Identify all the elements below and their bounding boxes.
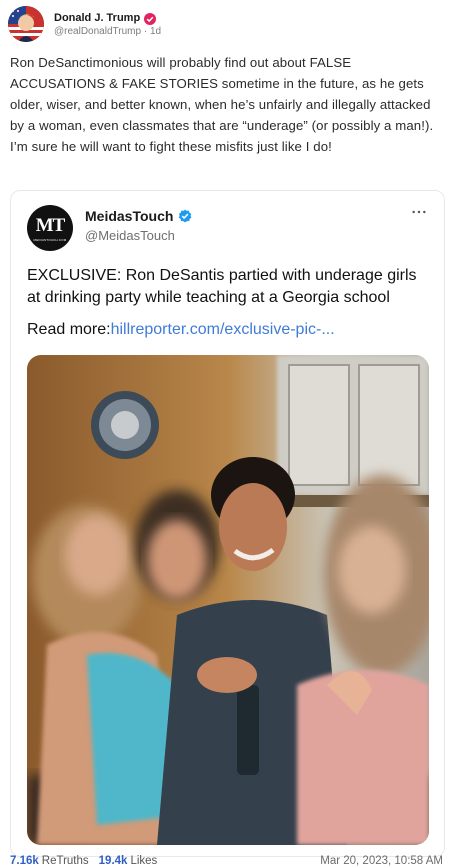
post-text: Ron DeSanctimonious will probably find o… — [10, 55, 434, 154]
quoted-author-name[interactable]: MeidasTouch — [85, 208, 173, 224]
handle-line: @realDonaldTrump · 1d — [54, 26, 161, 37]
read-more-line: Read more:hillreporter.com/exclusive-pic… — [27, 321, 427, 339]
post-stats-bar: 7.16k ReTruths 19.4k Likes Mar 20, 2023,… — [10, 853, 443, 868]
quoted-post-card[interactable]: MT MEIDASTOUCH.COM MeidasTouch @MeidasTo… — [10, 190, 445, 857]
article-link[interactable]: hillreporter.com/exclusive-pic-... — [111, 321, 335, 338]
embedded-photo[interactable] — [27, 355, 429, 845]
avatar-logo-text: MT — [35, 214, 66, 236]
likes-count[interactable]: 19.4k — [99, 855, 128, 867]
avatar-image — [8, 6, 44, 42]
author-block: Donald J. Trump @realDonaldTrump · 1d — [54, 12, 161, 37]
separator: · — [143, 25, 148, 37]
verified-badge-icon — [178, 209, 192, 223]
retruths-label: ReTruths — [41, 854, 89, 867]
quoted-author-block: MeidasTouch @MeidasTouch — [85, 208, 192, 243]
quoted-name-line: MeidasTouch — [85, 208, 192, 224]
post-header: Donald J. Trump @realDonaldTrump · 1d — [8, 4, 161, 44]
more-options-button[interactable] — [408, 205, 430, 219]
likes-label: Likes — [130, 854, 158, 867]
verified-badge-icon — [144, 12, 157, 25]
avatar-logo-subtext: MEIDASTOUCH.COM — [33, 237, 67, 242]
retruths-count[interactable]: 7.16k — [10, 855, 39, 867]
post-timestamp[interactable]: Mar 20, 2023, 10:58 AM — [320, 855, 443, 867]
read-more-label: Read more: — [27, 321, 111, 338]
author-handle[interactable]: @realDonaldTrump — [54, 26, 141, 37]
quoted-author-handle[interactable]: @MeidasTouch — [85, 228, 192, 243]
quoted-post-text: EXCLUSIVE: Ron DeSantis partied with und… — [27, 267, 417, 306]
author-name[interactable]: Donald J. Trump — [54, 12, 140, 24]
party-photo-image — [27, 355, 429, 845]
meidastouch-avatar[interactable]: MT MEIDASTOUCH.COM — [27, 205, 73, 251]
post-age[interactable]: 1d — [150, 26, 161, 37]
author-line: Donald J. Trump — [54, 12, 161, 25]
author-avatar[interactable] — [8, 6, 44, 42]
more-horizontal-icon — [412, 210, 426, 214]
